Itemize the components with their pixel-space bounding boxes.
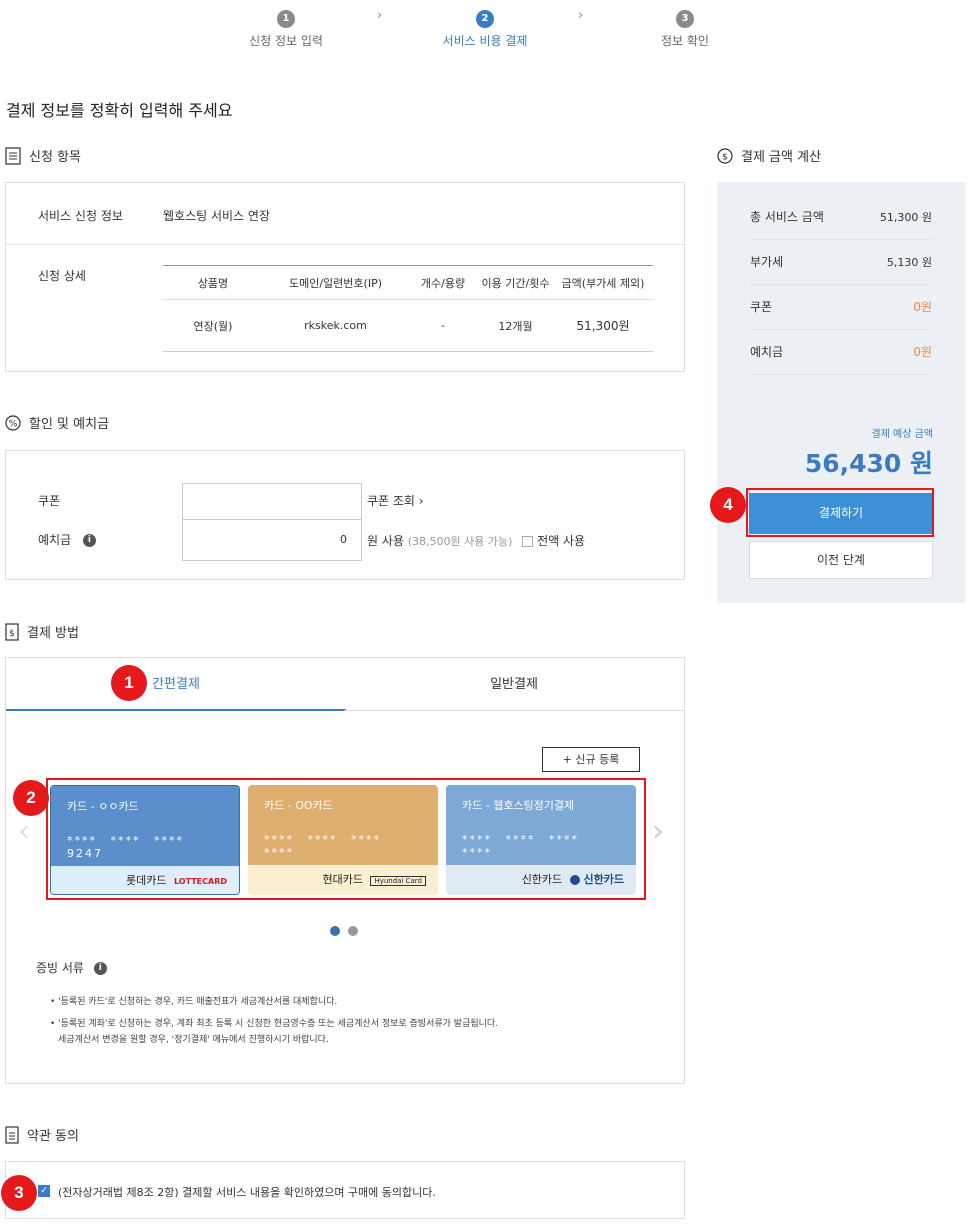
summary-row: 예치금 0원 [750, 330, 932, 375]
detail-label: 신청 상세 [38, 269, 86, 283]
summary-value: 0원 [913, 300, 932, 314]
summary-row: 총 서비스 금액 51,300 원 [750, 195, 932, 240]
tab-general-pay[interactable]: 일반결제 [344, 659, 684, 711]
proof-line: 세금계산서 변경을 원할 경우, '정기결제' 메뉴에서 진행하시기 바랍니다. [58, 1035, 329, 1045]
svg-text:$: $ [9, 629, 15, 639]
section-title-text: 결제 방법 [27, 626, 79, 641]
deposit-use-text: 원 사용 [367, 534, 404, 548]
summary-value: 0원 [913, 345, 932, 359]
step-number: 2 [476, 10, 494, 28]
coupon-label: 쿠폰 [38, 494, 61, 508]
step-label: 신청 정보 입력 [249, 34, 323, 48]
chevron-right-icon[interactable]: › [652, 814, 664, 849]
payment-doc-icon: $ [5, 622, 19, 641]
terms-checkbox[interactable]: ✓ [38, 1185, 50, 1197]
step-label: 서비스 비용 결제 [442, 34, 528, 48]
table-row: 연장(월) rkskek.com - 12개월 51,300원 [163, 299, 653, 352]
discount-box: 쿠폰 쿠폰 조회 › 예치금 i 0 원 사용 (38,500원 사용 가능) … [5, 450, 685, 580]
tab-easy-pay[interactable]: 간편결제 [6, 659, 346, 711]
terms-text[interactable]: (전자상거래법 제8조 2항) 결제할 서비스 내용을 확인하였으며 구매에 동… [58, 1184, 436, 1200]
deposit-label: 예치금 [38, 533, 72, 547]
list-icon [5, 146, 21, 165]
info-icon[interactable]: i [93, 962, 107, 975]
discount-icon: % [5, 414, 21, 431]
proof-line: • '등록된 카드'로 신청하는 경우, 카드 매출전표가 세금계산서를 대체합… [50, 997, 338, 1007]
cell: 51,300원 [553, 299, 653, 352]
proof-line: • '등록된 계좌'로 신청하는 경우, 계좌 최초 등록 시 신청한 현금영수… [50, 1019, 499, 1029]
col-header: 상품명 [163, 265, 263, 300]
carousel-dot[interactable] [348, 926, 358, 936]
summary-panel: 총 서비스 금액 51,300 원 부가세 5,130 원 쿠폰 0원 예치금 … [717, 182, 965, 603]
summary-label: 쿠폰 [750, 300, 773, 314]
step-1: 1 신청 정보 입력 [226, 10, 346, 49]
chevron-left-icon[interactable]: ‹ [18, 814, 30, 849]
expected-value: 56,430 원 [804, 449, 933, 478]
section-title-text: 할인 및 예치금 [29, 417, 110, 432]
apply-section-title: 신청 항목 [5, 146, 81, 165]
detail-table: 상품명 도메인/일련번호(IP) 개수/용량 이용 기간/횟수 금액(부가세 제… [163, 265, 653, 352]
step-number: 1 [277, 10, 295, 28]
expected-label: 결제 예상 금액 [871, 429, 933, 440]
step-label: 정보 확인 [661, 34, 709, 48]
col-header: 이용 기간/횟수 [478, 265, 553, 300]
all-use-checkbox[interactable] [522, 536, 534, 547]
step-badge: 2 [13, 780, 49, 816]
chevron-right-icon: › [578, 8, 584, 23]
deposit-use-row: 원 사용 (38,500원 사용 가능) 전액 사용 [367, 532, 585, 549]
discount-section-title: % 할인 및 예치금 [5, 413, 109, 432]
service-label: 서비스 신청 정보 [38, 209, 123, 223]
deposit-label-row: 예치금 i [38, 531, 96, 548]
summary-row: 쿠폰 0원 [750, 285, 932, 330]
new-register-button[interactable]: + 신규 등록 [542, 747, 640, 772]
step-3: 3 정보 확인 [625, 10, 745, 49]
cell: 12개월 [478, 299, 553, 352]
proof-title-row: 증빙 서류 i [36, 959, 107, 976]
svg-text:$: $ [722, 152, 728, 162]
section-title-text: 약관 동의 [27, 1129, 79, 1144]
document-icon [5, 1125, 19, 1144]
cell: 연장(월) [163, 299, 263, 352]
col-header: 금액(부가세 제외) [553, 265, 653, 300]
summary-row: 부가세 5,130 원 [750, 240, 932, 285]
section-title-text: 결제 금액 계산 [741, 150, 822, 165]
dollar-circle-icon: $ [717, 147, 733, 164]
divider [6, 244, 684, 245]
prev-step-button[interactable]: 이전 단계 [749, 541, 933, 579]
highlight-box-pay [746, 488, 934, 537]
step-badge: 1 [111, 665, 147, 701]
all-use-label[interactable]: 전액 사용 [537, 534, 585, 548]
page-title: 결제 정보를 정확히 입력해 주세요 [6, 101, 233, 120]
summary-label: 총 서비스 금액 [750, 210, 824, 224]
method-section-title: $ 결제 방법 [5, 622, 79, 641]
step-badge: 3 [1, 1175, 37, 1211]
col-header: 도메인/일련번호(IP) [263, 265, 408, 300]
section-title-text: 신청 항목 [29, 150, 81, 165]
deposit-input[interactable]: 0 [182, 519, 362, 561]
deposit-available: (38,500원 사용 가능) [407, 535, 513, 548]
summary-label: 예치금 [750, 345, 784, 359]
terms-section-title: 약관 동의 [5, 1125, 79, 1144]
carousel-dot-active[interactable] [330, 926, 340, 936]
step-badge: 4 [710, 487, 746, 523]
service-value: 웹호스팅 서비스 연장 [163, 209, 270, 223]
highlight-box-cards [46, 778, 646, 900]
step-number: 3 [676, 10, 694, 28]
col-header: 개수/용량 [408, 265, 478, 300]
step-2: 2 서비스 비용 결제 [425, 10, 545, 49]
summary-value: 5,130 원 [886, 256, 932, 269]
info-icon[interactable]: i [82, 534, 96, 547]
proof-title: 증빙 서류 [36, 961, 84, 975]
cell: rkskek.com [263, 299, 408, 352]
summary-label: 부가세 [750, 255, 784, 269]
svg-text:%: % [9, 419, 18, 429]
chevron-right-icon: › [377, 8, 383, 23]
coupon-lookup-link[interactable]: 쿠폰 조회 › [367, 492, 424, 509]
summary-value: 51,300 원 [879, 211, 932, 224]
calc-section-title: $ 결제 금액 계산 [717, 146, 821, 165]
cell: - [408, 299, 478, 352]
apply-box: 서비스 신청 정보 웹호스팅 서비스 연장 신청 상세 상품명 도메인/일련번호… [5, 182, 685, 372]
